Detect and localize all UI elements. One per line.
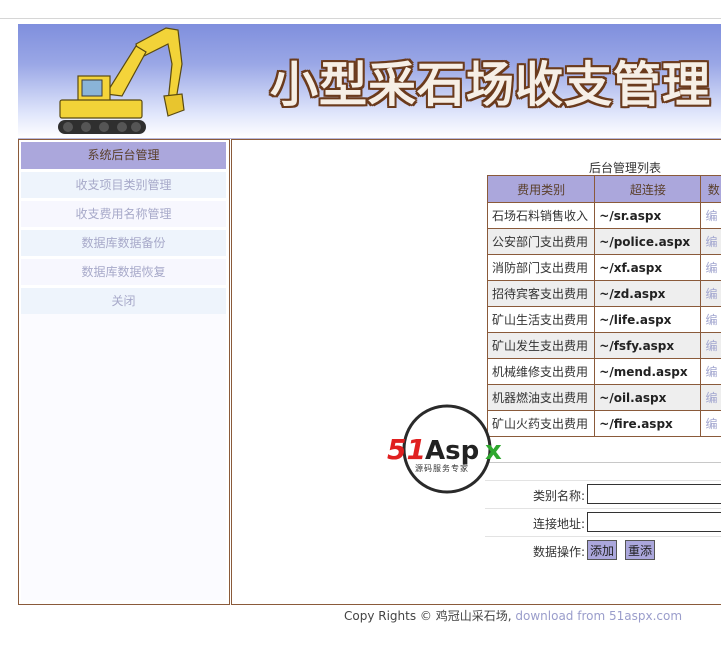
svg-text:51: 51: [387, 433, 426, 466]
sidebar-empty-area: [21, 314, 226, 600]
table-row: 招待宾客支出费用 ~/zd.aspx 编: [486, 280, 721, 307]
cell-category: 石场石料销售收入: [486, 202, 596, 229]
form-row-link: 连接地址:: [485, 508, 721, 536]
table-row: 矿山火药支出费用 ~/fire.aspx 编: [486, 410, 721, 437]
sidebar: 系统后台管理 收支项目类别管理 收支费用名称管理 数据库数据备份 数据库数据恢复…: [18, 139, 230, 605]
cell-link: ~/sr.aspx: [594, 202, 702, 229]
copyright-text: Copy Rights © 鸡冠山采石场,: [344, 609, 512, 623]
edit-link[interactable]: 编: [705, 261, 717, 275]
edit-link[interactable]: 编: [705, 339, 717, 353]
cell-link: ~/mend.aspx: [594, 358, 702, 385]
edit-link[interactable]: 编: [705, 235, 717, 249]
cell-action: 编: [700, 332, 721, 359]
sidebar-item-category-manage[interactable]: 收支项目类别管理: [21, 172, 226, 198]
edit-link[interactable]: 编: [705, 391, 717, 405]
cell-category: 招待宾客支出费用: [486, 280, 596, 307]
link-address-label: 连接地址:: [532, 517, 585, 531]
download-link[interactable]: download from 51aspx.com: [515, 609, 682, 623]
cell-action: 编: [700, 358, 721, 385]
table-header-row: 费用类别 超连接 数: [486, 175, 721, 203]
cell-category: 公安部门支出费用: [486, 228, 596, 255]
cell-action: 编: [700, 306, 721, 333]
link-address-input[interactable]: [587, 512, 721, 532]
edit-link[interactable]: 编: [705, 365, 717, 379]
svg-text:Asp: Asp: [425, 436, 479, 466]
sidebar-item-close[interactable]: 关闭: [21, 288, 226, 314]
column-header-link: 超连接: [594, 175, 702, 203]
cell-link: ~/fsfy.aspx: [594, 332, 702, 359]
add-button[interactable]: 添加: [587, 540, 618, 560]
table-row: 机器燃油支出费用 ~/oil.aspx 编: [486, 384, 721, 411]
edit-link[interactable]: 编: [705, 313, 717, 327]
cell-action: 编: [700, 384, 721, 411]
sidebar-item-db-backup[interactable]: 数据库数据备份: [21, 230, 226, 256]
edit-link[interactable]: 编: [705, 209, 717, 223]
svg-text:源码服务专家: 源码服务专家: [415, 463, 469, 473]
cell-action: 编: [700, 254, 721, 281]
sidebar-item-fee-name-manage[interactable]: 收支费用名称管理: [21, 201, 226, 227]
cell-action: 编: [700, 280, 721, 307]
cell-link: ~/oil.aspx: [594, 384, 702, 411]
category-name-input[interactable]: [587, 484, 721, 504]
data-ops-label: 数据操作:: [532, 545, 585, 559]
cell-link: ~/fire.aspx: [594, 410, 702, 437]
main-panel: 后台管理列表 费用类别 超连接 数 石场石料销售收入 ~/sr.aspx 编 公…: [231, 139, 721, 605]
edit-link[interactable]: 编: [705, 417, 717, 431]
cell-category: 机械维修支出费用: [486, 358, 596, 385]
footer: Copy Rights © 鸡冠山采石场, download from 51as…: [344, 607, 682, 624]
cell-action: 编: [700, 202, 721, 229]
sidebar-item-db-restore[interactable]: 数据库数据恢复: [21, 259, 226, 285]
cell-category: 矿山发生支出费用: [486, 332, 596, 359]
banner: 小型采石场收支管理: [18, 24, 721, 139]
edit-link[interactable]: 编: [705, 287, 717, 301]
cell-category: 消防部门支出费用: [486, 254, 596, 281]
top-divider: [0, 18, 721, 19]
column-header-category: 费用类别: [486, 175, 596, 203]
table-row: 消防部门支出费用 ~/xf.aspx 编: [486, 254, 721, 281]
form-row-category: 类别名称:: [485, 480, 721, 508]
divider: [485, 462, 721, 463]
list-title: 后台管理列表: [589, 161, 662, 175]
excavator-icon: [58, 27, 185, 134]
fee-table: 费用类别 超连接 数 石场石料销售收入 ~/sr.aspx 编 公安部门支出费用…: [486, 175, 721, 437]
column-header-ops: 数: [700, 175, 721, 203]
cell-link: ~/zd.aspx: [594, 280, 702, 307]
cell-link: ~/xf.aspx: [594, 254, 702, 281]
cell-action: 编: [700, 228, 721, 255]
reset-button[interactable]: 重添: [625, 540, 656, 560]
table-row: 矿山生活支出费用 ~/life.aspx 编: [486, 306, 721, 333]
51aspx-logo: 51 Asp x 源码服务专家: [387, 404, 502, 494]
table-row: 矿山发生支出费用 ~/fsfy.aspx 编: [486, 332, 721, 359]
table-row: 公安部门支出费用 ~/police.aspx 编: [486, 228, 721, 255]
cell-link: ~/life.aspx: [594, 306, 702, 333]
table-row: 石场石料销售收入 ~/sr.aspx 编: [486, 202, 721, 229]
table-row: 机械维修支出费用 ~/mend.aspx 编: [486, 358, 721, 385]
banner-title: 小型采石场收支管理: [270, 57, 712, 113]
cell-action: 编: [700, 410, 721, 437]
cell-category: 矿山生活支出费用: [486, 306, 596, 333]
form-row-ops: 数据操作: 添加 重添: [485, 536, 721, 564]
cell-link: ~/police.aspx: [594, 228, 702, 255]
sidebar-header: 系统后台管理: [21, 142, 226, 169]
svg-text:x: x: [485, 436, 502, 466]
